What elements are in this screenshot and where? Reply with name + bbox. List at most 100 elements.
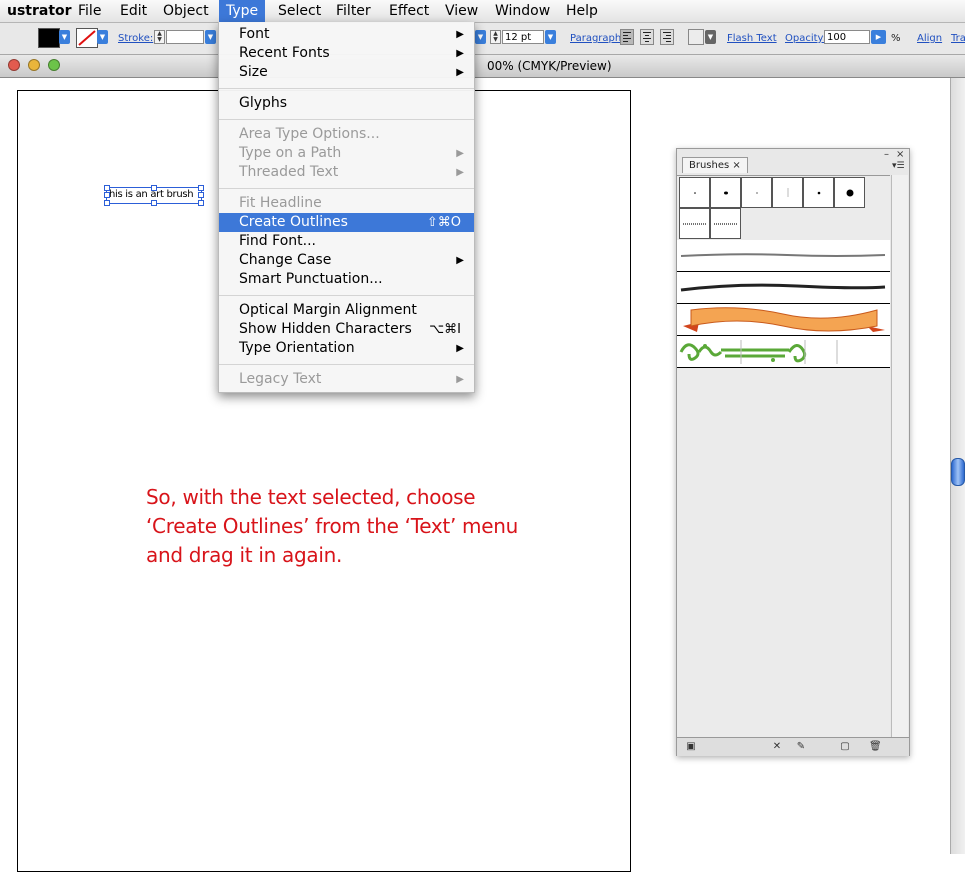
transform-link[interactable]: Tra	[951, 33, 965, 44]
align-left-button[interactable]	[620, 29, 634, 45]
menu-edit[interactable]: Edit	[113, 0, 154, 22]
menu-item-show-hidden-characters[interactable]: Show Hidden Characters ⌥⌘I	[219, 320, 474, 339]
vertical-scroll-thumb[interactable]	[951, 458, 965, 486]
menu-item-label: Area Type Options...	[239, 126, 380, 142]
stroke-weight-field[interactable]	[166, 30, 204, 44]
brushes-toolbar: ▣ ✕ ✎ ▢ 🗑	[677, 737, 909, 756]
menu-select[interactable]: Select	[271, 0, 328, 22]
stroke-label[interactable]: Stroke:	[118, 33, 153, 44]
brush-library	[677, 175, 890, 740]
menu-item-find-font[interactable]: Find Font...	[219, 232, 474, 251]
menu-separator	[219, 364, 474, 365]
opacity-dropdown-icon[interactable]: ▶	[871, 30, 886, 44]
menu-app-illustrator[interactable]: ustrator	[0, 0, 79, 22]
fill-dropdown-icon[interactable]: ▼	[59, 30, 70, 44]
menu-item-label: Fit Headline	[239, 195, 322, 211]
menu-item-label: Create Outlines	[239, 214, 348, 230]
selection-handle[interactable]	[104, 192, 110, 198]
new-brush-icon[interactable]: ▢	[839, 741, 851, 752]
menu-help[interactable]: Help	[559, 0, 605, 22]
brush-calligraphic[interactable]	[834, 177, 865, 208]
font-size-stepper[interactable]: ▲ ▼	[490, 30, 501, 44]
selection-handle[interactable]	[198, 192, 204, 198]
menu-object[interactable]: Object	[156, 0, 216, 22]
opacity-label[interactable]: Opacity:	[785, 33, 826, 44]
menu-item-optical-margin-alignment[interactable]: Optical Margin Alignment	[219, 301, 474, 320]
font-style-dropdown-icon[interactable]: ▼	[475, 30, 486, 44]
brushes-tab[interactable]: Brushes ×	[682, 157, 748, 173]
selection-handle[interactable]	[198, 185, 204, 191]
brush-options-icon[interactable]: ✎	[795, 741, 807, 752]
menu-item-glyphs[interactable]: Glyphs	[219, 94, 474, 113]
menu-item-font[interactable]: Font ▶	[219, 25, 474, 44]
menu-item-smart-punctuation[interactable]: Smart Punctuation...	[219, 270, 474, 289]
annotation-line: ‘Create Outlines’ from the ‘Text’ menu	[146, 514, 518, 538]
selection-handle[interactable]	[104, 200, 110, 206]
brush-calligraphic[interactable]	[772, 177, 803, 208]
selection-handle[interactable]	[198, 200, 204, 206]
minimize-window-icon[interactable]	[28, 59, 40, 71]
menu-item-change-case[interactable]: Change Case ▶	[219, 251, 474, 270]
selection-handle[interactable]	[151, 200, 157, 206]
tab-close-icon[interactable]: ×	[732, 160, 740, 171]
menu-view[interactable]: View	[438, 0, 485, 22]
zoom-window-icon[interactable]	[48, 59, 60, 71]
brush-calligraphic[interactable]	[803, 177, 834, 208]
flash-text-link[interactable]: Flash Text	[727, 33, 777, 44]
menu-window[interactable]: Window	[488, 0, 557, 22]
none-stroke-icon	[78, 30, 96, 46]
submenu-arrow-icon: ▶	[456, 374, 464, 385]
brush-calligraphic[interactable]	[710, 177, 741, 208]
fill-swatch[interactable]	[38, 28, 60, 48]
menu-item-size[interactable]: Size ▶	[219, 63, 474, 82]
selection-handle[interactable]	[104, 185, 110, 191]
menu-item-create-outlines[interactable]: Create Outlines ⇧⌘O	[219, 213, 474, 232]
envelope-dropdown-icon[interactable]: ▼	[705, 30, 716, 44]
menu-item-type-on-a-path: Type on a Path ▶	[219, 144, 474, 163]
stroke-weight-dropdown-icon[interactable]: ▼	[205, 30, 216, 44]
align-link[interactable]: Align	[917, 33, 942, 44]
panel-menu-icon[interactable]: ▾☰	[892, 161, 905, 171]
menu-item-fit-headline: Fit Headline	[219, 194, 474, 213]
menu-item-label: Smart Punctuation...	[239, 271, 383, 287]
brush-calligraphic[interactable]	[741, 177, 772, 208]
selection-handle[interactable]	[151, 185, 157, 191]
font-size-field[interactable]: 12 pt	[502, 30, 544, 44]
close-window-icon[interactable]	[8, 59, 20, 71]
submenu-arrow-icon: ▶	[456, 29, 464, 40]
delete-brush-icon[interactable]: 🗑	[869, 741, 882, 752]
brush-scatter[interactable]	[679, 208, 710, 239]
font-size-dropdown-icon[interactable]: ▼	[545, 30, 556, 44]
menu-item-label: Type on a Path	[239, 145, 342, 161]
brush-art-charcoal[interactable]	[677, 272, 890, 304]
menu-file[interactable]: File	[71, 0, 108, 22]
submenu-arrow-icon: ▶	[456, 343, 464, 354]
panel-minimize-icon[interactable]: –	[884, 149, 889, 160]
brush-calligraphic[interactable]	[679, 177, 710, 208]
brushes-tab-label: Brushes	[689, 160, 730, 171]
align-right-button[interactable]	[660, 29, 674, 45]
menu-bar: ustrator File Edit Object Type Select Fi…	[0, 0, 965, 23]
stroke-swatch[interactable]	[76, 28, 98, 48]
brushes-scrollbar[interactable]	[891, 175, 908, 739]
brush-libraries-icon[interactable]: ▣	[685, 741, 697, 752]
brush-art-thin-charcoal[interactable]	[677, 240, 890, 272]
brush-art-banner[interactable]	[677, 304, 890, 336]
menu-item-type-orientation[interactable]: Type Orientation ▶	[219, 339, 474, 358]
opacity-percent-sign: %	[891, 33, 901, 44]
panel-close-icon[interactable]: ×	[896, 149, 904, 160]
menu-item-recent-fonts[interactable]: Recent Fonts ▶	[219, 44, 474, 63]
align-center-button[interactable]	[640, 29, 654, 45]
stroke-stepper[interactable]: ▲ ▼	[154, 30, 165, 44]
opacity-field[interactable]: 100	[824, 30, 870, 44]
stroke-dropdown-icon[interactable]: ▼	[97, 30, 108, 44]
document-title: 00% (CMYK/Preview)	[487, 59, 612, 73]
menu-effect[interactable]: Effect	[382, 0, 436, 22]
paragraph-label[interactable]: Paragraph:	[570, 33, 625, 44]
remove-brush-stroke-icon[interactable]: ✕	[771, 741, 783, 752]
brush-scatter[interactable]	[710, 208, 741, 239]
menu-type[interactable]: Type	[219, 0, 266, 22]
menu-filter[interactable]: Filter	[329, 0, 378, 22]
envelope-icon[interactable]	[688, 29, 704, 45]
brush-pattern-ornament[interactable]	[677, 336, 890, 368]
